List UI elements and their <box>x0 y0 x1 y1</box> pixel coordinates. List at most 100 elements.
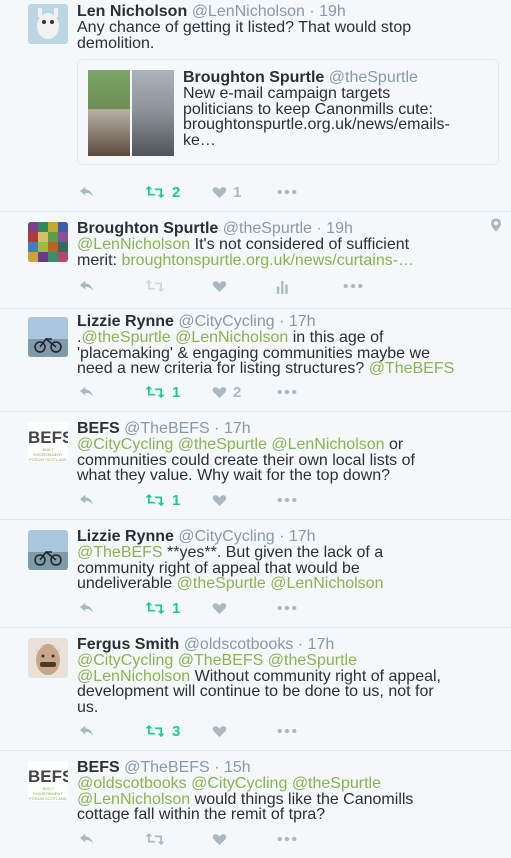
reply-button[interactable] <box>78 276 96 296</box>
like-button[interactable] <box>212 829 227 849</box>
tweet-text: Any chance of getting it listed? That wo… <box>77 19 412 52</box>
author-name[interactable]: Broughton Spurtle <box>77 220 218 237</box>
more-button[interactable] <box>277 490 297 510</box>
author-handle[interactable]: @CityCycling <box>178 528 274 545</box>
retweet-button[interactable] <box>144 276 166 296</box>
tweet[interactable]: BEFS BUILT ENVIRONMENT FORUM SCOTLAND BE… <box>0 751 511 858</box>
avatar[interactable] <box>28 530 68 570</box>
author-handle[interactable]: @LenNicholson <box>192 3 305 20</box>
more-button[interactable] <box>343 276 363 296</box>
reply-button[interactable] <box>78 182 96 202</box>
tweet-text-line: undeliverable @theSpurtle @LenNicholson <box>77 576 505 592</box>
more-icon <box>277 389 297 395</box>
tweet-text-line: @CityCycling @theSpurtle @LenNicholson o… <box>77 437 505 453</box>
mention-link[interactable]: @CityCycling <box>77 436 173 453</box>
retweet-icon <box>144 601 166 615</box>
author-name[interactable]: BEFS <box>77 420 120 437</box>
text-fragment: merit: <box>77 251 122 269</box>
text-fragment: or <box>384 436 404 453</box>
like-button[interactable]: 1 <box>212 182 241 202</box>
like-button[interactable] <box>212 721 227 741</box>
url-link[interactable]: broughtonspurtle.org.uk/news/curtains-… <box>121 252 414 269</box>
mention-link[interactable]: @LenNicholson <box>77 668 190 685</box>
mention-link[interactable]: @TheBEFS <box>77 544 163 561</box>
heart-icon <box>212 494 227 507</box>
author-handle[interactable]: @oldscotbooks <box>184 636 294 653</box>
tweet[interactable]: Broughton Spurtle @theSpurtle · 19h @Len… <box>0 212 511 309</box>
separator: · <box>293 636 308 653</box>
retweet-button[interactable]: 3 <box>144 721 180 741</box>
like-button[interactable] <box>212 490 227 510</box>
avatar[interactable]: BEFS BUILT ENVIRONMENT FORUM SCOTLAND <box>28 761 68 801</box>
tweet[interactable]: BEFS BUILT ENVIRONMENT FORUM SCOTLAND BE… <box>0 412 511 520</box>
author-handle[interactable]: @TheBEFS <box>124 759 210 776</box>
more-button[interactable] <box>277 182 297 202</box>
avatar[interactable]: BEFS BUILT ENVIRONMENT FORUM SCOTLAND <box>28 422 68 462</box>
mention-link[interactable]: @theSpurtle <box>81 329 170 346</box>
timestamp[interactable]: 17h <box>308 636 335 653</box>
heart-icon <box>212 602 227 615</box>
quoted-tweet[interactable]: Broughton Spurtle @theSpurtle New e-mail… <box>77 59 499 165</box>
author-handle[interactable]: @CityCycling <box>178 313 274 330</box>
more-button[interactable] <box>277 382 297 402</box>
timestamp[interactable]: 17h <box>289 313 316 330</box>
analytics-button[interactable] <box>276 276 289 296</box>
reply-icon <box>78 601 96 615</box>
like-button[interactable] <box>212 276 227 296</box>
mention-link[interactable]: @LenNicholson <box>77 791 190 808</box>
author-handle[interactable]: @TheBEFS <box>124 420 210 437</box>
mention-link[interactable]: @theSpurtle <box>177 575 266 592</box>
mention-link[interactable]: @CityCycling <box>77 652 173 669</box>
timestamp[interactable]: 17h <box>224 420 251 437</box>
more-button[interactable] <box>277 598 297 618</box>
timestamp[interactable]: 17h <box>289 528 316 545</box>
mention-link[interactable]: @LenNicholson <box>175 329 288 346</box>
mention-link[interactable]: @LenNicholson <box>77 236 190 253</box>
retweet-button[interactable]: 1 <box>144 382 180 402</box>
reply-button[interactable] <box>78 382 96 402</box>
retweet-button[interactable]: 2 <box>144 182 180 202</box>
more-icon <box>277 728 297 734</box>
avatar[interactable] <box>28 222 68 262</box>
mention-link[interactable]: @TheBEFS <box>369 360 455 377</box>
avatar[interactable] <box>28 4 68 44</box>
location-icon[interactable] <box>491 218 501 237</box>
retweet-button[interactable]: 1 <box>144 598 180 618</box>
mention-link[interactable]: @theSpurtle <box>178 436 267 453</box>
heart-icon <box>212 725 227 738</box>
timestamp[interactable]: 19h <box>319 3 346 20</box>
tweet[interactable]: Len Nicholson @LenNicholson · 19h Any ch… <box>0 0 511 212</box>
like-button[interactable]: 2 <box>212 382 241 402</box>
author-name[interactable]: Lizzie Rynne <box>77 313 174 330</box>
mention-link[interactable]: @LenNicholson <box>271 436 384 453</box>
timestamp[interactable]: 15h <box>224 759 251 776</box>
retweet-button[interactable]: 1 <box>144 490 180 510</box>
reply-button[interactable] <box>78 598 96 618</box>
mention-link[interactable]: @CityCycling <box>191 775 287 792</box>
reply-button[interactable] <box>78 490 96 510</box>
tweet[interactable]: Lizzie Rynne @CityCycling · 17h .@theSpu… <box>0 309 511 412</box>
author-handle[interactable]: @theSpurtle <box>223 220 312 237</box>
author-name[interactable]: Len Nicholson <box>77 3 187 20</box>
logo-subtext: FORUM SCOTLAND <box>29 796 67 801</box>
retweet-button[interactable] <box>144 829 166 849</box>
tweet[interactable]: Lizzie Rynne @CityCycling · 17h @TheBEFS… <box>0 520 511 628</box>
mention-link[interactable]: @TheBEFS <box>178 652 264 669</box>
mention-link[interactable]: @oldscotbooks <box>77 775 187 792</box>
reply-button[interactable] <box>78 829 96 849</box>
author-name[interactable]: BEFS <box>77 759 120 776</box>
timestamp[interactable]: 19h <box>326 220 353 237</box>
reply-button[interactable] <box>78 721 96 741</box>
avatar[interactable] <box>28 317 68 357</box>
tweet[interactable]: Fergus Smith @oldscotbooks · 17h @CityCy… <box>0 628 511 751</box>
more-button[interactable] <box>277 829 297 849</box>
more-button[interactable] <box>277 721 297 741</box>
mention-link[interactable]: @theSpurtle <box>292 775 381 792</box>
quote-thumbnail <box>88 70 174 156</box>
mention-link[interactable]: @theSpurtle <box>268 652 357 669</box>
mention-link[interactable]: @LenNicholson <box>270 575 383 592</box>
author-name[interactable]: Lizzie Rynne <box>77 528 174 545</box>
author-name[interactable]: Fergus Smith <box>77 636 179 653</box>
like-button[interactable] <box>212 598 227 618</box>
avatar[interactable] <box>28 638 68 678</box>
